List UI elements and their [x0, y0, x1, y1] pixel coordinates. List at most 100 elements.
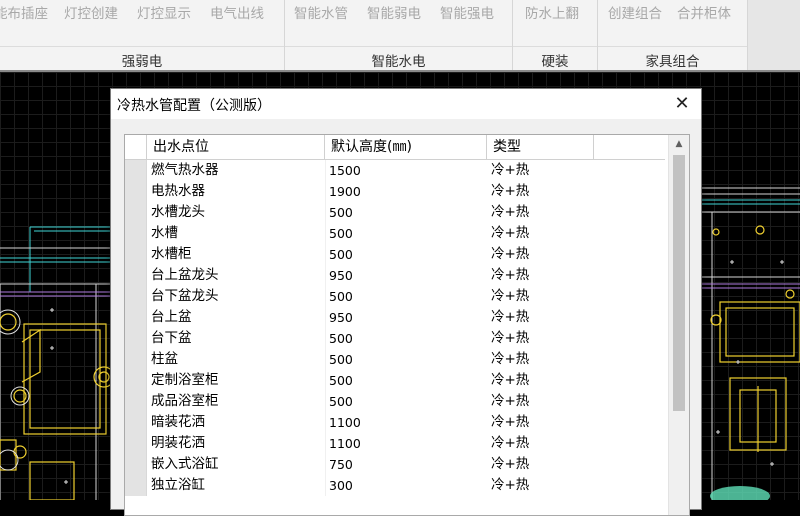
cell-pipe-type[interactable]: 冷+热	[491, 433, 529, 454]
cell-pipe-type[interactable]: 冷+热	[491, 475, 529, 496]
dialog-titlebar[interactable]: 冷热水管配置（公测版） ✕	[111, 89, 701, 119]
table-row[interactable]: 台下盆龙头 500 冷+热	[125, 286, 665, 307]
cell-default-height[interactable]: 1100	[329, 433, 361, 454]
ribbon-button-create-combo[interactable]: 创建组合	[608, 2, 662, 22]
table-row[interactable]: 水槽柜 500 冷+热	[125, 244, 665, 265]
cell-pipe-type[interactable]: 冷+热	[491, 244, 529, 265]
cell-outlet-name[interactable]: 定制浴室柜	[151, 370, 219, 391]
ribbon-button-light-control-show[interactable]: 灯控显示	[137, 2, 191, 22]
table-row[interactable]: 定制浴室柜 500 冷+热	[125, 370, 665, 391]
column-header-outlet[interactable]: 出水点位	[147, 135, 325, 159]
row-selector[interactable]	[125, 181, 147, 202]
cell-outlet-name[interactable]: 台上盆	[151, 307, 192, 328]
vertical-scrollbar[interactable]: ▲	[668, 135, 689, 515]
cell-pipe-type[interactable]: 冷+热	[491, 202, 529, 223]
row-selector[interactable]	[125, 265, 147, 286]
ribbon-button-electric-outlet[interactable]: 电气出线	[210, 2, 264, 22]
cell-pipe-type[interactable]: 冷+热	[491, 181, 529, 202]
cell-pipe-type[interactable]: 冷+热	[491, 391, 529, 412]
cell-default-height[interactable]: 1900	[329, 181, 361, 202]
row-selector[interactable]	[125, 160, 147, 181]
cell-outlet-name[interactable]: 水槽龙头	[151, 202, 205, 223]
table-row[interactable]: 明装花洒 1100 冷+热	[125, 433, 665, 454]
table-row[interactable]: 独立浴缸 300 冷+热	[125, 475, 665, 496]
cell-outlet-name[interactable]: 电热水器	[151, 181, 205, 202]
row-selector[interactable]	[125, 412, 147, 433]
cell-outlet-name[interactable]: 水槽	[151, 223, 178, 244]
ribbon-button-smart-strong-current[interactable]: 智能强电	[440, 2, 494, 22]
row-selector[interactable]	[125, 307, 147, 328]
cell-pipe-type[interactable]: 冷+热	[491, 307, 529, 328]
table-row[interactable]: 水槽 500 冷+热	[125, 223, 665, 244]
cell-default-height[interactable]: 500	[329, 328, 353, 349]
row-selector[interactable]	[125, 328, 147, 349]
cell-default-height[interactable]: 500	[329, 244, 353, 265]
ribbon-button-waterproof-turnup[interactable]: 防水上翻	[525, 2, 579, 22]
cell-outlet-name[interactable]: 燃气热水器	[151, 160, 219, 181]
table-row[interactable]: 燃气热水器 1500 冷+热	[125, 160, 665, 181]
cell-pipe-type[interactable]: 冷+热	[491, 286, 529, 307]
table-row[interactable]: 台上盆龙头 950 冷+热	[125, 265, 665, 286]
row-selector[interactable]	[125, 286, 147, 307]
cell-outlet-name[interactable]: 明装花洒	[151, 433, 205, 454]
cell-default-height[interactable]: 300	[329, 475, 353, 496]
cell-default-height[interactable]: 750	[329, 454, 353, 475]
column-header-height[interactable]: 默认高度(㎜)	[325, 135, 487, 159]
cell-pipe-type[interactable]: 冷+热	[491, 349, 529, 370]
cell-pipe-type[interactable]: 冷+热	[491, 412, 529, 433]
cell-outlet-name[interactable]: 台下盆龙头	[151, 286, 219, 307]
cell-default-height[interactable]: 500	[329, 349, 353, 370]
cell-outlet-name[interactable]: 台上盆龙头	[151, 265, 219, 286]
table-row[interactable]: 暗装花洒 1100 冷+热	[125, 412, 665, 433]
row-selector[interactable]	[125, 349, 147, 370]
table-row[interactable]: 台下盆 500 冷+热	[125, 328, 665, 349]
row-selector[interactable]	[125, 391, 147, 412]
table-row[interactable]: 嵌入式浴缸 750 冷+热	[125, 454, 665, 475]
cell-outlet-name[interactable]: 成品浴室柜	[151, 391, 219, 412]
scrollbar-thumb[interactable]	[673, 155, 685, 411]
table-row[interactable]: 水槽龙头 500 冷+热	[125, 202, 665, 223]
cell-default-height[interactable]: 950	[329, 307, 353, 328]
cell-default-height[interactable]: 500	[329, 370, 353, 391]
ribbon-button-smart-weak-current[interactable]: 智能弱电	[367, 2, 421, 22]
cell-outlet-name[interactable]: 水槽柜	[151, 244, 192, 265]
row-selector[interactable]	[125, 370, 147, 391]
cell-pipe-type[interactable]: 冷+热	[491, 370, 529, 391]
column-divider	[325, 265, 326, 286]
cell-default-height[interactable]: 500	[329, 202, 353, 223]
row-selector[interactable]	[125, 202, 147, 223]
column-divider	[325, 202, 326, 223]
table-row[interactable]: 台上盆 950 冷+热	[125, 307, 665, 328]
ribbon-button-merge-cabinet[interactable]: 合并柜体	[677, 2, 731, 22]
table-row[interactable]: 成品浴室柜 500 冷+热	[125, 391, 665, 412]
cell-default-height[interactable]: 500	[329, 391, 353, 412]
row-selector[interactable]	[125, 433, 147, 454]
row-selector[interactable]	[125, 454, 147, 475]
cell-pipe-type[interactable]: 冷+热	[491, 223, 529, 244]
scroll-up-icon[interactable]: ▲	[669, 135, 689, 153]
close-icon[interactable]: ✕	[667, 91, 697, 117]
cell-default-height[interactable]: 500	[329, 223, 353, 244]
row-selector[interactable]	[125, 475, 147, 496]
ribbon-button-light-control-create[interactable]: 灯控创建	[64, 2, 118, 22]
cell-pipe-type[interactable]: 冷+热	[491, 454, 529, 475]
cell-default-height[interactable]: 950	[329, 265, 353, 286]
cell-pipe-type[interactable]: 冷+热	[491, 265, 529, 286]
cell-outlet-name[interactable]: 暗装花洒	[151, 412, 205, 433]
column-header-type[interactable]: 类型	[487, 135, 594, 159]
ribbon-button-smart-water-pipe[interactable]: 智能水管	[294, 2, 348, 22]
cell-default-height[interactable]: 500	[329, 286, 353, 307]
cell-outlet-name[interactable]: 独立浴缸	[151, 475, 205, 496]
row-selector[interactable]	[125, 223, 147, 244]
table-row[interactable]: 柱盆 500 冷+热	[125, 349, 665, 370]
cell-default-height[interactable]: 1500	[329, 160, 361, 181]
row-selector[interactable]	[125, 244, 147, 265]
cell-pipe-type[interactable]: 冷+热	[491, 160, 529, 181]
cell-outlet-name[interactable]: 柱盆	[151, 349, 178, 370]
cell-outlet-name[interactable]: 嵌入式浴缸	[151, 454, 219, 475]
cell-pipe-type[interactable]: 冷+热	[491, 328, 529, 349]
cell-outlet-name[interactable]: 台下盆	[151, 328, 192, 349]
ribbon-button-socket-layout[interactable]: 能布插座	[0, 2, 48, 22]
table-row[interactable]: 电热水器 1900 冷+热	[125, 181, 665, 202]
cell-default-height[interactable]: 1100	[329, 412, 361, 433]
